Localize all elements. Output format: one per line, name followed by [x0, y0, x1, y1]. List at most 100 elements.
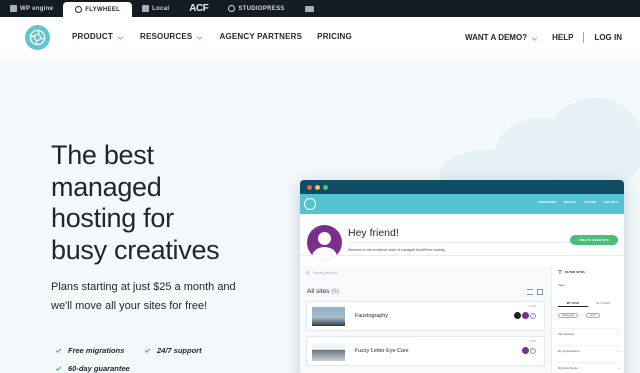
grid-view-icon[interactable] — [537, 289, 543, 295]
tag-pill[interactable]: Asking docs — [558, 313, 579, 318]
tags-label: Tags — [558, 283, 565, 287]
all-sites-count: (6) — [331, 288, 340, 295]
avatar-head — [318, 232, 331, 245]
sidebar-row[interactable]: My Organizations ⌄ — [558, 345, 620, 353]
want-demo-link[interactable]: WANT A DEMO? — [465, 33, 538, 42]
chevron-down-icon — [197, 35, 203, 40]
brand-wpengine[interactable]: WP engine — [0, 0, 63, 17]
nav-agency-partners[interactable]: AGENCY PARTNERS — [219, 32, 302, 41]
chevron-down-icon — [531, 36, 538, 41]
tab-all-tags[interactable]: ALL TAGS — [588, 299, 618, 307]
avatar-body — [312, 247, 337, 260]
check-icon — [55, 366, 62, 371]
check-icon — [144, 348, 151, 353]
sidebar-row[interactable]: My Rank Points ⌄ — [558, 362, 620, 370]
maximize-dot-icon — [323, 184, 328, 190]
welcome-text: Welcome to the wonderful world of manage… — [348, 248, 445, 252]
studiopress-icon — [228, 5, 236, 12]
brand-label: Local — [152, 5, 170, 12]
collaborator-avatar — [514, 312, 521, 319]
cloud-decoration — [545, 98, 640, 193]
nav-divider — [583, 32, 585, 43]
chevron-down-icon: ⌄ — [617, 366, 620, 370]
filter-header: FILTER SITES — [558, 270, 585, 274]
feature-label: 60-day guarantee — [68, 364, 130, 373]
filter-header-label: FILTER SITES — [565, 270, 585, 274]
site-card[interactable]: Fuzzy Letter Eye Care 1 TAG + — [306, 336, 545, 366]
flywheel-icon — [75, 6, 83, 13]
flywheel-logo-icon — [29, 29, 46, 46]
chevron-down-icon: ⌄ — [617, 349, 620, 353]
acf-logo: ACF — [189, 3, 209, 14]
site-meta: 1 TAG — [528, 340, 536, 343]
brand-local[interactable]: Local — [132, 0, 179, 17]
sidebar-row-label: Site Settings — [558, 332, 574, 336]
divider — [348, 242, 598, 243]
site-meta: 2 TAG — [528, 305, 536, 308]
genesis-icon — [304, 5, 314, 12]
add-collaborator-icon[interactable]: + — [530, 312, 536, 319]
search-icon — [306, 271, 310, 275]
brand-flywheel[interactable]: FLYWHEEL — [63, 2, 133, 17]
brand-label: FLYWHEEL — [85, 6, 121, 13]
all-sites-heading: All sites (6) — [307, 288, 339, 295]
filter-sidebar: FILTER SITES Tags MY TAGS ALL TAGS Askin… — [551, 266, 624, 373]
want-demo-label: WANT A DEMO? — [465, 33, 528, 42]
app-mockup: DASHBOARD MANAGE PAY ONE GET HELP Hey fr… — [300, 180, 624, 373]
hero-title-line: managed — [51, 171, 162, 202]
feature-item: Free migrations — [55, 346, 124, 355]
hero-title-line: The best — [51, 140, 154, 170]
app-menu-item[interactable]: GET HELP — [604, 201, 618, 204]
add-collaborator-icon[interactable]: + — [530, 347, 536, 354]
app-menu-item[interactable]: DASHBOARD — [538, 201, 556, 204]
hero-title-line: hosting for — [51, 203, 174, 233]
main-nav: PRODUCT RESOURCES AGENCY PARTNERS PRICIN… — [0, 17, 640, 60]
search-placeholder: Search your sites — [313, 271, 338, 275]
site-thumbnail — [312, 307, 345, 326]
sites-panel: Search your sites All sites (6) Fauxtogr… — [300, 266, 551, 373]
brand-acf[interactable]: ACF — [179, 0, 218, 17]
app-logo-icon — [304, 198, 316, 210]
chevron-down-icon: ⌄ — [617, 332, 620, 336]
sidebar-row[interactable]: Site Settings ⌄ — [558, 328, 620, 336]
nav-resources-label: RESOURCES — [139, 32, 193, 41]
app-menu-item[interactable]: MANAGE — [564, 201, 576, 204]
search-input[interactable]: Search your sites — [306, 269, 546, 277]
close-dot-icon — [307, 184, 312, 190]
filter-icon — [558, 270, 562, 274]
feature-item: 24/7 support — [144, 346, 202, 355]
brand-label: STUDIOPRESS — [238, 5, 285, 12]
feature-label: Free migrations — [68, 346, 125, 355]
app-nav: DASHBOARD MANAGE PAY ONE GET HELP — [300, 194, 624, 214]
site-card[interactable]: Fauxtography 2 TAG + — [306, 301, 545, 331]
brand-genesis[interactable] — [295, 0, 324, 17]
site-name: Fuzzy Letter Eye Care — [355, 348, 409, 354]
app-menu-item[interactable]: PAY ONE — [584, 201, 596, 204]
nav-product[interactable]: PRODUCT — [72, 32, 124, 41]
sidebar-row-label: My Rank Points — [558, 366, 578, 370]
help-link[interactable]: HELP — [552, 33, 573, 42]
greeting: Hey friend! — [348, 227, 399, 239]
collaborator-avatar — [522, 347, 529, 354]
brand-bar: WP engine FLYWHEEL Local ACF STUDIOPRESS — [0, 0, 640, 17]
hero-title: The best managed hosting for busy creati… — [51, 140, 281, 266]
login-link[interactable]: LOG IN — [594, 33, 622, 42]
minimize-dot-icon — [315, 184, 320, 190]
feature-label: 24/7 support — [157, 346, 202, 355]
tag-pill[interactable]: ecom — [586, 313, 600, 318]
site-name: Fauxtography — [355, 313, 388, 319]
brand-label: WP engine — [20, 5, 54, 12]
nav-resources[interactable]: RESOURCES — [140, 32, 203, 41]
nav-pricing[interactable]: PRICING — [317, 32, 352, 41]
window-titlebar — [300, 180, 624, 194]
avatar — [307, 225, 342, 260]
feature-item: 60-day guarantee — [55, 364, 130, 373]
hero-subtitle: Plans starting at just $25 a month and w… — [51, 281, 236, 312]
wpengine-icon — [10, 5, 17, 12]
list-view-icon[interactable] — [527, 289, 533, 295]
all-sites-label: All sites — [307, 288, 330, 295]
brand-studiopress[interactable]: STUDIOPRESS — [218, 0, 294, 17]
flywheel-logo[interactable] — [25, 25, 50, 50]
tab-my-tags[interactable]: MY TAGS — [558, 299, 588, 307]
create-site-button[interactable]: CREATE A NEW SITE — [570, 235, 618, 245]
